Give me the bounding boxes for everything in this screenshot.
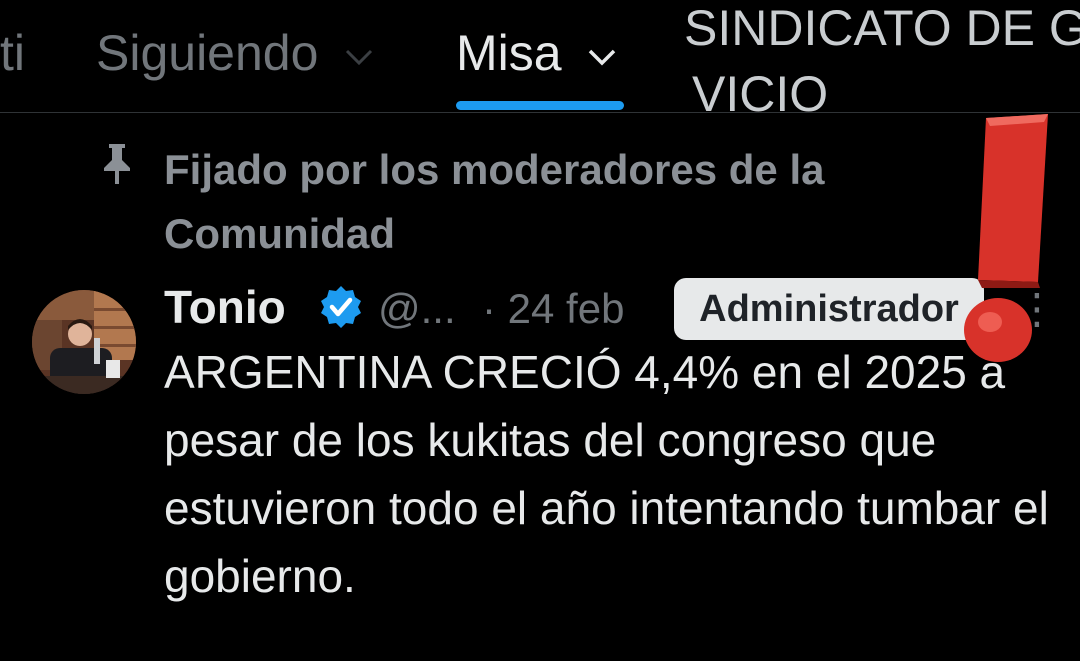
exclamation-mark-icon xyxy=(964,114,1048,362)
tab-label: Siguiendo xyxy=(96,25,319,81)
pinned-label: Fijado por los moderadores de la Comunid… xyxy=(164,146,825,257)
tab-siguiendo[interactable]: Siguiendo xyxy=(96,24,374,82)
tab-label-continued: VICIO xyxy=(692,66,829,112)
post-timestamp[interactable]: · 24 feb xyxy=(482,282,624,336)
avatar-image xyxy=(32,290,136,394)
admin-badge: Administrador xyxy=(674,278,984,340)
avatar[interactable] xyxy=(32,290,136,394)
active-tab-indicator xyxy=(456,101,624,110)
tab-misa[interactable]: Misa xyxy=(456,24,617,82)
author-handle[interactable]: @... xyxy=(378,282,456,336)
tab-partial-left[interactable]: ti xyxy=(0,24,25,82)
tab-label: SINDICATO DE G xyxy=(684,0,1080,56)
chevron-down-icon xyxy=(589,49,616,66)
tab-label: ti xyxy=(0,25,25,81)
tab-label: Misa xyxy=(456,25,562,81)
tab-sindicato[interactable]: SINDICATO DE G VICIO xyxy=(684,0,1080,112)
verified-badge-icon xyxy=(321,286,361,328)
pin-icon xyxy=(104,144,130,184)
post-text: ARGENTINA CRECIÓ 4,4% en el 2025 a pesar… xyxy=(164,346,1049,602)
chevron-down-icon xyxy=(346,49,373,65)
author-name[interactable]: Tonio xyxy=(164,280,286,334)
community-tab-bar: ti Siguiendo Misa SINDICATO DE G VICIO xyxy=(0,0,1080,113)
